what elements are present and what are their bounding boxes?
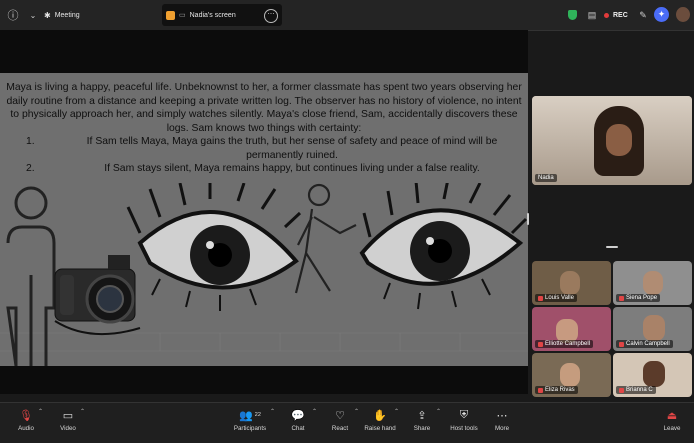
slide-text: Maya is living a happy, peaceful life. U… [6,81,522,176]
mic-off-icon [619,341,624,347]
mic-off-icon [538,387,543,393]
list-item-text: If Sam stays silent, Maya remains happy,… [104,163,480,174]
camera-icon: ▭ [179,12,186,19]
person-face [643,361,665,387]
leave-button[interactable]: ⏏ Leave [648,407,694,439]
paw-icon: ✱ [44,10,51,20]
share-screen-icon [166,10,175,20]
mic-off-icon [619,295,624,301]
meeting-toolbar: 🎙 Audio ⌃ ▭ Video ⌃ 👥 22 Participants ⌃ 💬… [0,402,694,443]
person-face [606,124,632,156]
camera-illustration [54,255,141,336]
participants-icon: 👥 22 [239,409,261,422]
share-label: Share [413,425,431,432]
audio-options-chevron-icon[interactable]: ⌃ [38,408,43,415]
list-item-text: If Sam tells Maya, Maya gains the truth,… [86,136,498,161]
participants-button[interactable]: 👥 22 Participants [226,407,274,439]
info-icon[interactable]: ⓘ [6,8,20,22]
panel-resize-handle[interactable] [527,213,529,225]
person-face [560,271,580,295]
tile-name-label: Eliza Rivas [535,386,578,394]
shared-slide: Maya is living a happy, peaceful life. U… [0,73,528,366]
video-options-chevron-icon[interactable]: ⌃ [80,408,85,415]
participants-label: Participants [233,425,267,432]
host-tools-label: Host tools [450,425,478,432]
person-face [643,315,665,341]
more-dots-icon: ⋯ [496,409,508,422]
share-screen-icon: ⇪ [417,409,427,422]
chevron-down-icon[interactable]: ⌄ [26,8,40,22]
person-outline-icon [6,186,56,366]
list-item: 1. If Sam tells Maya, Maya gains the tru… [6,135,522,162]
video-tile[interactable]: Eliza Rivas [532,353,611,397]
slide-paragraph: Maya is living a happy, peaceful life. U… [6,82,522,134]
document-icon[interactable]: ▤ [585,8,599,22]
list-item-number: 2. [26,163,35,174]
more-options-icon[interactable]: ⋯ [264,9,278,23]
tile-name-label: Louis Valle [535,294,577,302]
more-label: More [494,425,510,432]
mic-off-icon [619,387,624,393]
rec-label: REC [613,11,628,19]
shield-icon: ⛨ [459,408,469,421]
tile-name-label: Calvin Campbell [616,340,673,348]
raise-hand-label: Raise hand [364,425,396,432]
shield-icon[interactable] [568,10,577,20]
chat-label: Chat [291,425,305,432]
record-dot-icon [604,12,609,18]
mic-off-icon [538,295,543,301]
video-tile[interactable]: Calvin Campbell [613,307,692,351]
ai-companion-icon[interactable]: ✦ [654,7,669,22]
mic-off-icon [538,341,543,347]
video-camera-icon: ▭ [62,409,74,422]
leave-label: Leave [663,425,681,432]
person-face [560,363,580,387]
microphone-muted-icon: 🎙 [19,409,33,422]
video-tile[interactable]: Siena Pope [613,261,692,305]
tile-name-label: Siena Pope [616,294,661,302]
title-bar: ⓘ ⌄ ✱ Meeting ▭ Nadia's screen ⋯ ▤ REC ✎… [0,0,694,31]
slide-list: 1. If Sam tells Maya, Maya gains the tru… [6,135,522,176]
react-label: React [331,425,349,432]
video-label: Video [60,425,76,432]
person-face [643,271,663,295]
heart-icon: ♡ [335,409,345,422]
tile-name-label: Brianna C [616,386,656,394]
tab-meeting-label: Meeting [54,11,80,19]
video-tile[interactable]: Brianna C [613,353,692,397]
tab-screen-label: Nadia's screen [189,11,236,19]
tile-panel-resize-handle[interactable] [606,246,618,248]
participants-count: 22 [254,412,261,418]
list-item: 2. If Sam stays silent, Maya remains hap… [6,162,522,176]
chat-bubble-icon: 💬 [291,409,305,422]
tab-meeting[interactable]: ✱ Meeting [44,4,154,26]
audio-label: Audio [18,425,34,432]
video-tile[interactable]: Elliotte Campbell [532,307,611,351]
walking-person-icon [294,183,357,294]
video-tile[interactable]: Louis Valle [532,261,611,305]
hand-icon: ✋ [373,409,387,422]
list-item-number: 1. [26,136,35,147]
recording-indicator[interactable]: REC [604,9,628,21]
video-tile-presenter[interactable]: Nadia [532,96,692,185]
avatar[interactable] [676,7,690,22]
slide-illustration [0,183,528,366]
brick-wall [0,332,528,352]
tile-name-label: Elliotte Campbell [535,340,594,348]
pencil-icon[interactable]: ✎ [636,8,650,22]
right-eye-illustration [359,183,528,310]
leave-icon: ⏏ [666,409,678,422]
tile-name-label: Nadia [535,174,557,182]
left-eye-illustration [126,183,302,311]
more-button[interactable]: ⋯ More [478,407,526,439]
